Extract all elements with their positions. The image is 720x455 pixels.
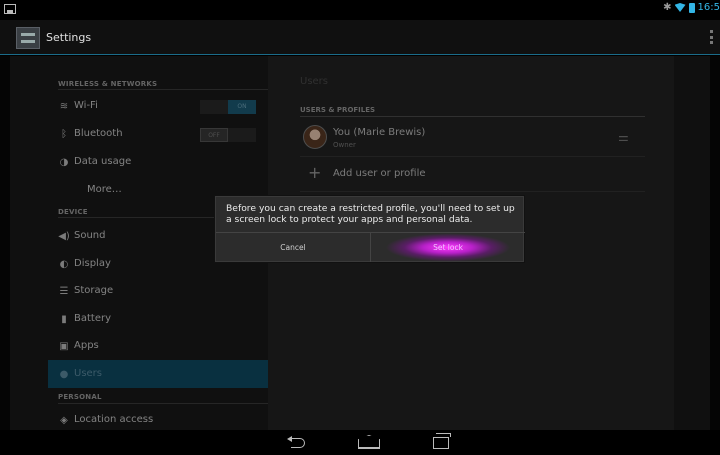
display-icon: ◐ [59, 259, 69, 270]
divider [58, 89, 268, 90]
sliders-icon[interactable]: ⚌ [618, 130, 632, 144]
section-header-wireless: WIRELESS & NETWORKS [58, 80, 158, 88]
set-lock-button[interactable]: Set lock [371, 233, 525, 262]
battery-icon: ▮ [61, 314, 67, 325]
settings-item-label: Wi-Fi [74, 100, 98, 111]
settings-item-label: Location access [74, 414, 154, 425]
battery-status-icon [688, 2, 695, 13]
bluetooth-toggle[interactable]: OFF [200, 128, 256, 142]
settings-item-battery[interactable]: ▮ Battery [48, 305, 268, 333]
settings-item-users[interactable]: ● Users [48, 360, 268, 388]
settings-item-label: Users [74, 368, 103, 379]
notification-icon [4, 4, 16, 14]
wifi-toggle[interactable]: ON [200, 100, 256, 114]
users-icon: ● [59, 369, 69, 380]
overflow-menu-icon[interactable] [710, 30, 714, 44]
app-title: Settings [46, 31, 92, 44]
back-icon[interactable] [287, 436, 307, 448]
settings-item-label: Data usage [74, 156, 132, 167]
status-icons: ✱ 16:5 [663, 2, 720, 13]
screen-lock-dialog: Before you can create a restricted profi… [215, 196, 525, 262]
data-usage-icon: ◑ [59, 157, 69, 168]
divider [300, 156, 645, 157]
action-bar: Settings [0, 20, 720, 55]
settings-item-label: Display [74, 258, 111, 269]
settings-item-label: Battery [74, 313, 112, 324]
divider [300, 116, 645, 117]
wifi-status-icon [674, 3, 686, 12]
add-user-button[interactable]: + Add user or profile [300, 163, 645, 189]
cancel-button[interactable]: Cancel [216, 233, 370, 262]
toggle-label: OFF [200, 128, 228, 142]
settings-item-data-usage[interactable]: ◑ Data usage [48, 148, 268, 176]
section-header-personal: PERSONAL [58, 393, 102, 401]
settings-item-wifi[interactable]: ≋ Wi-Fi ON [48, 92, 268, 120]
navigation-bar [0, 430, 720, 455]
settings-item-label: More… [87, 184, 122, 195]
settings-item-storage[interactable]: ☰ Storage [48, 277, 268, 305]
pane-title: Users [300, 76, 329, 87]
settings-item-label: Apps [74, 340, 99, 351]
toggle-label: ON [228, 100, 256, 114]
status-time: 16:5 [697, 2, 720, 13]
plus-icon: + [308, 163, 322, 182]
user-row-owner[interactable]: You (Marie Brewis) Owner ⚌ [300, 123, 645, 155]
section-header-device: DEVICE [58, 208, 88, 216]
dialog-message: Before you can create a restricted profi… [226, 203, 515, 225]
recent-apps-icon[interactable] [433, 433, 451, 449]
user-name: You (Marie Brewis) [333, 127, 426, 138]
settings-item-bluetooth[interactable]: ᛒ Bluetooth OFF [48, 120, 268, 148]
storage-icon: ☰ [59, 286, 69, 297]
settings-item-label: Sound [74, 230, 106, 241]
home-icon-base [358, 447, 380, 449]
sound-icon: ◀) [58, 231, 70, 242]
divider [300, 191, 645, 192]
settings-item-apps[interactable]: ▣ Apps [48, 332, 268, 360]
bluetooth-icon: ᛒ [61, 129, 67, 140]
settings-app-icon[interactable] [16, 27, 40, 49]
user-role: Owner [333, 141, 356, 149]
avatar [303, 125, 327, 149]
settings-item-label: Storage [74, 285, 114, 296]
add-user-label: Add user or profile [333, 168, 426, 179]
divider [58, 403, 268, 404]
status-bar: ✱ 16:5 [0, 0, 720, 20]
settings-item-label: Bluetooth [74, 128, 123, 139]
section-header-users: USERS & PROFILES [300, 106, 376, 114]
location-icon: ◈ [60, 415, 68, 426]
bluetooth-status-icon: ✱ [663, 2, 672, 13]
wifi-icon: ≋ [59, 101, 69, 112]
apps-icon: ▣ [59, 341, 69, 352]
